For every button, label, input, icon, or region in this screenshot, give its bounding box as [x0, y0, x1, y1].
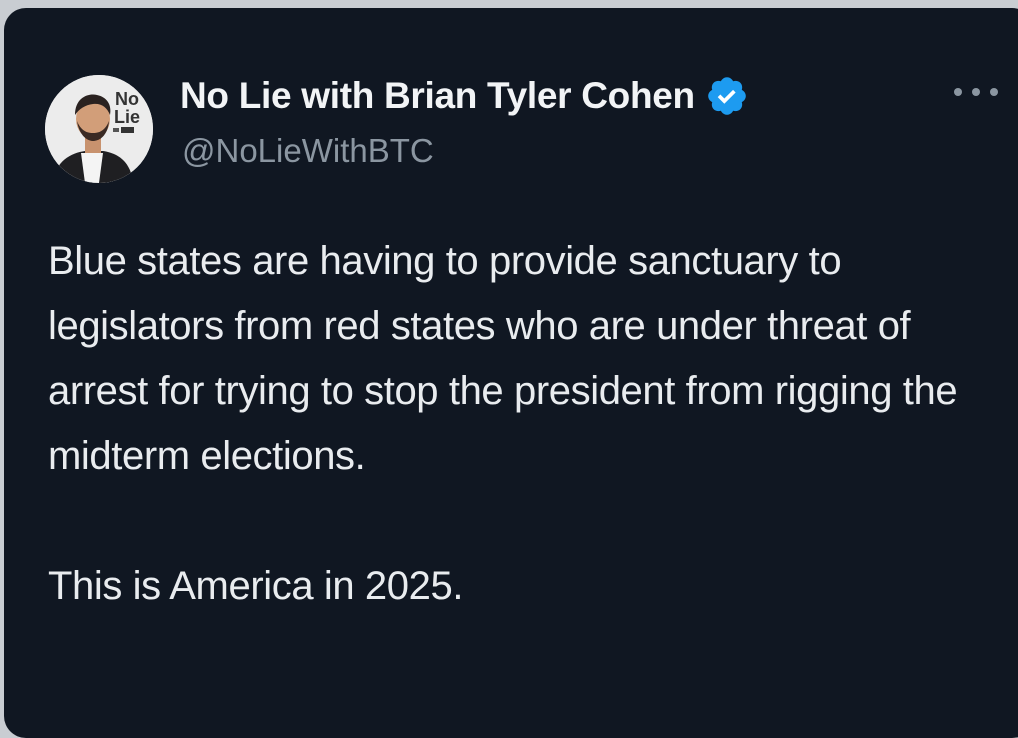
verified-badge-icon: [705, 74, 749, 118]
author-name-row: No Lie with Brian Tyler Cohen: [180, 74, 749, 118]
tweet-body: Blue states are having to provide sanctu…: [48, 229, 998, 619]
avatar-logo-no: No: [115, 89, 139, 109]
dot: [954, 88, 962, 96]
tweet-paragraph: This is America in 2025.: [48, 564, 464, 608]
avatar-logo-lie: Lie: [114, 107, 140, 127]
dot: [990, 88, 998, 96]
more-options-icon[interactable]: [954, 82, 998, 102]
avatar[interactable]: No Lie: [45, 75, 153, 183]
author-display-name[interactable]: No Lie with Brian Tyler Cohen: [180, 75, 695, 117]
author-handle[interactable]: @NoLieWithBTC: [182, 132, 434, 170]
tweet-card: No Lie No Lie with Brian Tyler Cohen @No…: [4, 8, 1018, 738]
tweet-paragraph: Blue states are having to provide sanctu…: [48, 239, 958, 478]
dot: [972, 88, 980, 96]
profile-photo-avatar: No Lie: [45, 75, 153, 183]
